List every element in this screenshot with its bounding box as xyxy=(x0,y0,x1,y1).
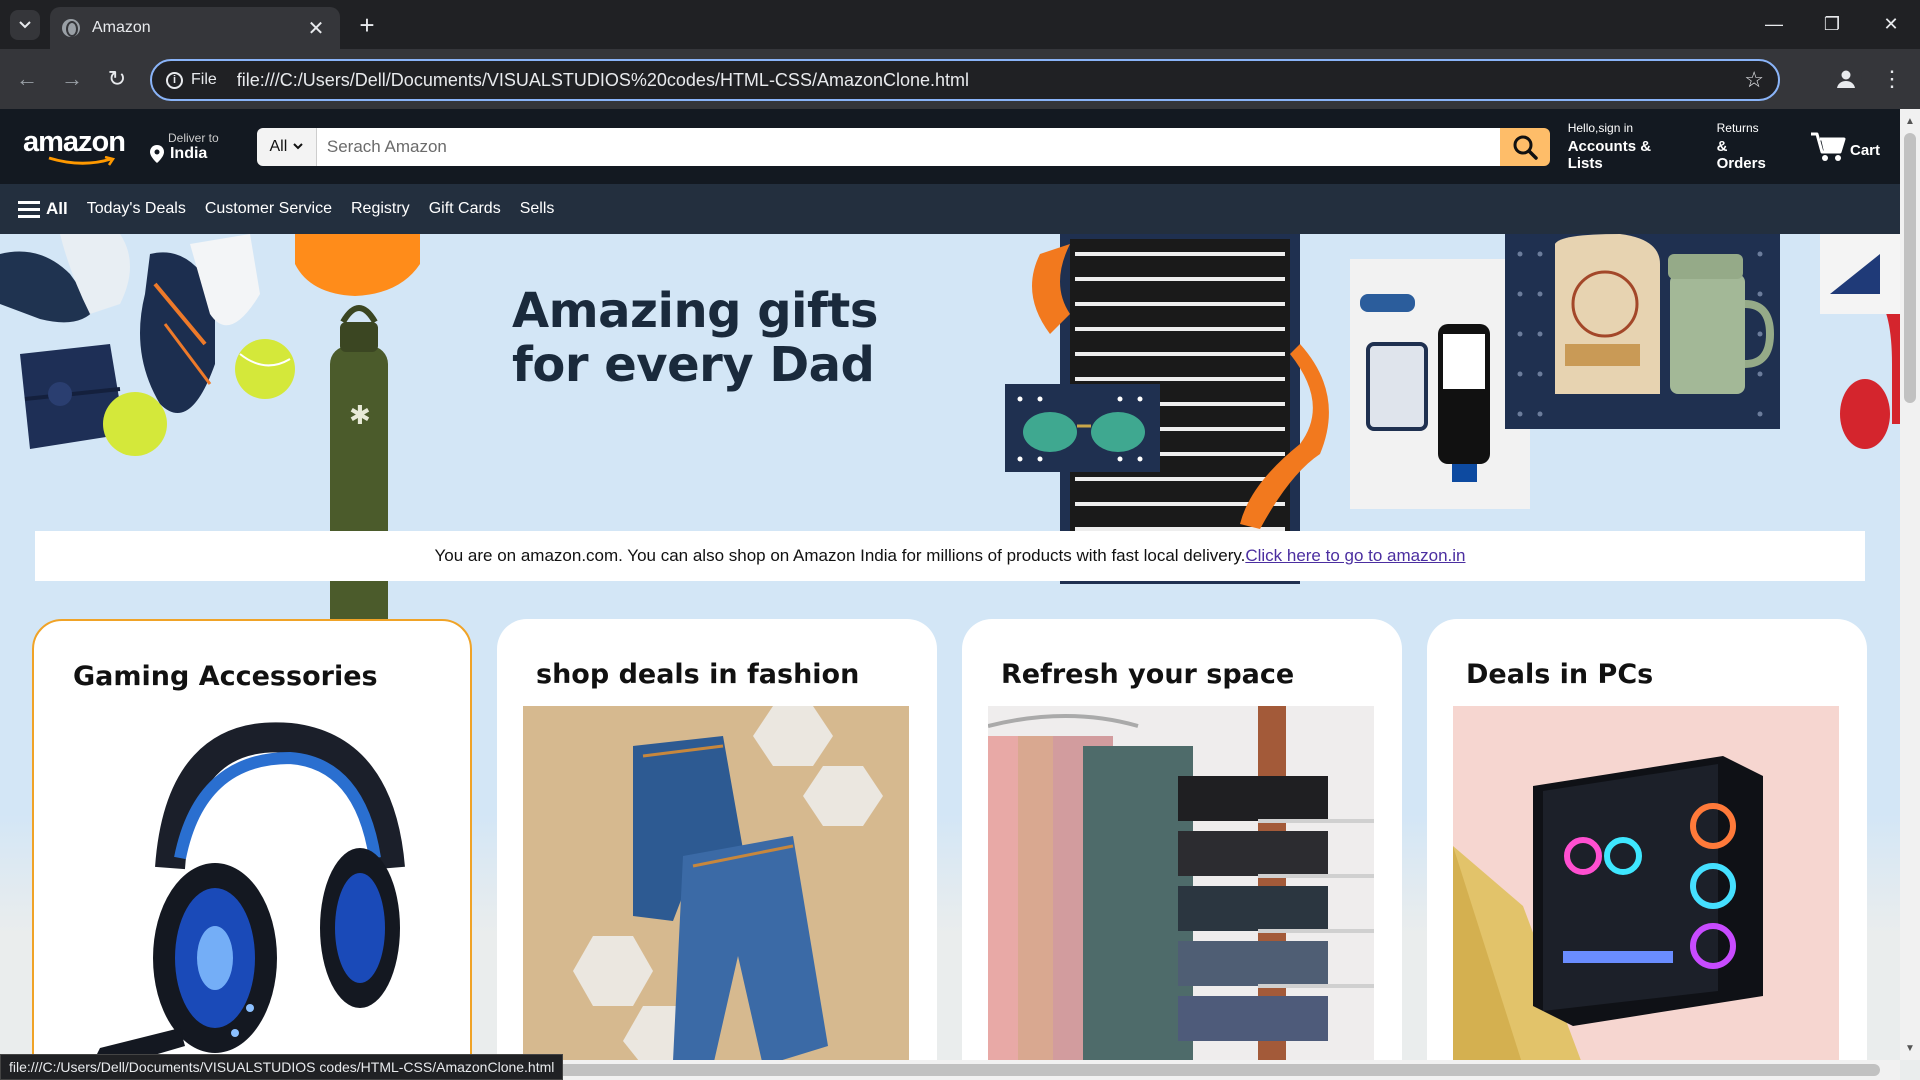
nav-item-todays-deals[interactable]: Today's Deals xyxy=(87,200,186,218)
hero-illustration: ✱ xyxy=(0,234,1900,654)
cart-button[interactable]: Cart xyxy=(1810,131,1880,163)
amazon-header: amazon Deliver to India All Hello,sign i… xyxy=(0,109,1900,184)
tab-search-chevron-icon[interactable] xyxy=(10,10,40,40)
svg-text:✱: ✱ xyxy=(349,401,371,431)
search-category-value: All xyxy=(269,137,288,155)
minimize-icon[interactable]: — xyxy=(1745,0,1803,49)
close-window-icon[interactable]: ✕ xyxy=(1862,0,1920,49)
region-notice-bar: You are on amazon.com. You can also shop… xyxy=(35,531,1865,581)
nav-item-gift-cards[interactable]: Gift Cards xyxy=(429,200,501,218)
card-title: Deals in PCs xyxy=(1466,659,1654,690)
search-category-select[interactable]: All xyxy=(256,127,317,166)
browser-tab-bar: Amazon ✕ + — ❐ ✕ xyxy=(0,0,1920,49)
card-image-hangers[interactable] xyxy=(988,706,1374,1060)
close-tab-icon[interactable]: ✕ xyxy=(304,16,328,41)
card-image-jeans[interactable] xyxy=(523,706,909,1060)
search-icon xyxy=(1513,135,1538,160)
nav-item-registry[interactable]: Registry xyxy=(351,200,410,218)
cart-icon xyxy=(1810,132,1846,161)
url-text[interactable]: file:///C:/Users/Dell/Documents/VISUALST… xyxy=(237,70,1744,91)
region-notice-text: You are on amazon.com. You can also shop… xyxy=(434,546,1246,565)
vertical-scroll-thumb[interactable] xyxy=(1904,133,1916,403)
reload-icon[interactable]: ↻ xyxy=(102,64,132,94)
deal-cards: Gaming Accessories shop deals in fashion xyxy=(32,619,1872,1060)
page-viewport: amazon Deliver to India All Hello,sign i… xyxy=(0,109,1900,1060)
card-image-headset[interactable] xyxy=(60,708,446,1060)
back-arrow-icon[interactable]: ← xyxy=(12,64,42,94)
all-menu-label: All xyxy=(46,199,68,218)
scroll-down-arrow-icon[interactable]: ▼ xyxy=(1900,1038,1920,1058)
profile-icon[interactable] xyxy=(1830,63,1862,95)
deliver-country: India xyxy=(169,144,208,162)
account-lists[interactable]: Hello,sign in Accounts & Lists xyxy=(1568,121,1689,172)
restore-icon[interactable]: ❐ xyxy=(1803,0,1861,49)
hamburger-menu-icon xyxy=(18,201,40,218)
status-bar-url: file:///C:/Users/Dell/Documents/VISUALST… xyxy=(0,1054,564,1080)
browser-toolbar: ← → ↻ i File file:///C:/Users/Dell/Docum… xyxy=(0,49,1920,109)
deliver-label: Deliver to xyxy=(167,130,219,145)
returns-label: Returns xyxy=(1716,121,1759,135)
search-input[interactable] xyxy=(316,127,1500,166)
forward-arrow-icon[interactable]: → xyxy=(57,64,87,94)
card-gaming-accessories[interactable]: Gaming Accessories xyxy=(32,619,472,1060)
account-greeting: Hello,sign in xyxy=(1567,121,1634,135)
browser-tab[interactable]: Amazon ✕ xyxy=(50,7,340,49)
account-label: Accounts & Lists xyxy=(1567,138,1652,172)
search-button[interactable] xyxy=(1499,127,1550,166)
cart-label: Cart xyxy=(1849,141,1880,159)
location-pin-icon xyxy=(149,144,164,163)
amazon-nav-bar: All Today's Deals Customer Service Regis… xyxy=(0,184,1900,234)
card-deals-in-pcs[interactable]: Deals in PCs xyxy=(1427,619,1867,1060)
returns-orders[interactable]: Returns & Orders xyxy=(1717,121,1780,172)
hero-title: Amazing gifts for every Dad xyxy=(512,284,878,392)
card-fashion-deals[interactable]: shop deals in fashion xyxy=(497,619,937,1060)
search-bar: All xyxy=(256,127,1550,166)
deliver-to[interactable]: Deliver to India xyxy=(149,130,235,163)
all-menu-button[interactable]: All xyxy=(18,199,68,219)
site-info-button[interactable]: i File xyxy=(166,71,217,89)
vertical-scrollbar[interactable]: ▲ ▼ xyxy=(1900,109,1920,1060)
nav-item-sells[interactable]: Sells xyxy=(520,200,555,218)
kebab-menu-icon[interactable]: ⋮ xyxy=(1880,63,1904,95)
bookmark-star-icon[interactable]: ☆ xyxy=(1744,67,1764,93)
amazon-india-link[interactable]: Click here to go to amazon.in xyxy=(1245,546,1465,566)
card-title: shop deals in fashion xyxy=(536,659,860,690)
amazon-logo[interactable]: amazon xyxy=(20,119,126,175)
hero-title-line2: for every Dad xyxy=(512,337,875,393)
nav-item-customer-service[interactable]: Customer Service xyxy=(205,200,332,218)
card-title: Refresh your space xyxy=(1001,659,1295,690)
logo-wordmark: amazon xyxy=(23,125,126,158)
scroll-up-arrow-icon[interactable]: ▲ xyxy=(1900,111,1920,131)
site-info-label: File xyxy=(191,71,217,88)
tab-title: Amazon xyxy=(92,19,151,36)
info-icon: i xyxy=(166,71,183,89)
card-refresh-space[interactable]: Refresh your space xyxy=(962,619,1402,1060)
globe-icon xyxy=(62,19,80,37)
logo-smile-icon xyxy=(48,155,116,166)
horizontal-scroll-thumb[interactable] xyxy=(500,1064,1880,1076)
new-tab-button[interactable]: + xyxy=(352,10,382,40)
chevron-down-icon xyxy=(293,143,303,150)
hero-title-line1: Amazing gifts xyxy=(512,283,878,339)
address-bar[interactable]: i File file:///C:/Users/Dell/Documents/V… xyxy=(150,59,1780,101)
orders-label: & Orders xyxy=(1716,138,1766,172)
card-title: Gaming Accessories xyxy=(73,661,378,692)
card-image-gaming-pc[interactable] xyxy=(1453,706,1839,1060)
